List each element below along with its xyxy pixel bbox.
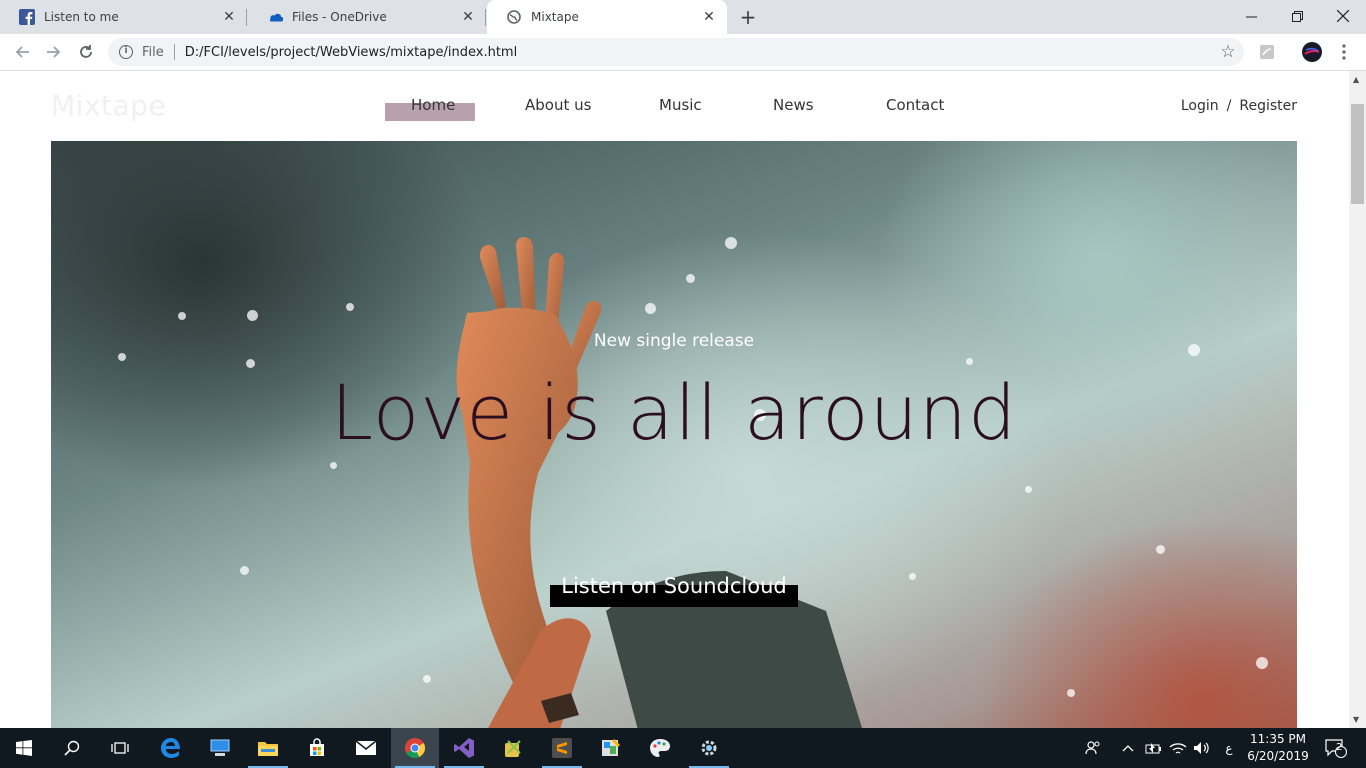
tab-listen-to-me[interactable]: Listen to me ✕ xyxy=(0,0,247,34)
windows-start-icon[interactable] xyxy=(0,728,48,768)
info-icon[interactable]: i xyxy=(119,45,133,59)
site-header: Mixtape Home About us Music News Contact… xyxy=(51,71,1297,141)
login-link[interactable]: Login xyxy=(1181,98,1219,114)
site-logo[interactable]: Mixtape xyxy=(51,89,166,122)
clock-date: 6/20/2019 xyxy=(1247,749,1309,763)
globe-icon xyxy=(506,9,522,25)
tools-icon[interactable] xyxy=(489,728,537,768)
nav-home[interactable]: Home xyxy=(411,96,455,114)
scroll-up-icon[interactable]: ▲ xyxy=(1353,75,1359,84)
new-tab-icon[interactable]: + xyxy=(737,6,759,28)
clock-time: 11:35 PM xyxy=(1250,732,1306,746)
auth-separator: / xyxy=(1226,98,1232,114)
back-icon[interactable] xyxy=(9,39,35,65)
register-link[interactable]: Register xyxy=(1239,98,1297,114)
windows-taskbar: ع 11:35 PM 6/20/2019 2 xyxy=(0,728,1366,768)
wifi-icon[interactable] xyxy=(1167,728,1189,768)
page-viewport: Mixtape Home About us Music News Contact… xyxy=(0,71,1349,728)
edge-icon[interactable] xyxy=(147,728,195,768)
tab-onedrive[interactable]: Files - OneDrive ✕ xyxy=(248,0,486,34)
close-icon[interactable]: ✕ xyxy=(460,9,476,25)
computer-icon[interactable] xyxy=(196,728,244,768)
nav-about-us[interactable]: About us xyxy=(525,96,591,114)
visual-studio-icon[interactable] xyxy=(440,728,488,768)
menu-dots-icon[interactable] xyxy=(1331,39,1357,65)
nav-contact[interactable]: Contact xyxy=(886,96,944,114)
forward-icon[interactable] xyxy=(41,39,67,65)
hero-kicker: New single release xyxy=(593,331,755,351)
onedrive-icon xyxy=(267,9,283,25)
reload-icon[interactable] xyxy=(73,39,99,65)
minimize-icon[interactable] xyxy=(1228,0,1274,32)
store-icon[interactable] xyxy=(293,728,341,768)
people-icon[interactable] xyxy=(1080,728,1106,768)
task-view-icon[interactable] xyxy=(96,728,144,768)
chevron-up-icon[interactable] xyxy=(1118,728,1138,768)
paint-icon[interactable] xyxy=(587,728,635,768)
vertical-scrollbar[interactable]: ▲ ▼ xyxy=(1349,71,1366,728)
volume-icon[interactable] xyxy=(1191,728,1213,768)
sublime-text-icon[interactable] xyxy=(538,728,586,768)
divider xyxy=(173,44,175,60)
nav-news[interactable]: News xyxy=(773,96,814,114)
settings-icon[interactable] xyxy=(685,728,733,768)
close-window-icon[interactable] xyxy=(1320,0,1366,32)
tab-title: Mixtape xyxy=(531,10,579,24)
battery-icon[interactable] xyxy=(1142,728,1164,768)
tab-title: Files - OneDrive xyxy=(292,10,387,24)
auth-links: Login / Register xyxy=(1181,98,1297,114)
notification-center-icon[interactable]: 2 xyxy=(1318,728,1354,768)
hero-banner: New single release Love is all around Li… xyxy=(51,141,1297,728)
scrollbar-thumb[interactable] xyxy=(1351,104,1364,204)
nav-music[interactable]: Music xyxy=(659,96,702,114)
url-text[interactable]: D:/FCI/levels/project/WebViews/mixtape/i… xyxy=(185,45,517,60)
palette-icon[interactable] xyxy=(636,728,684,768)
scheme-label: File xyxy=(142,44,164,60)
close-icon[interactable]: ✕ xyxy=(701,9,717,25)
restore-icon[interactable] xyxy=(1274,0,1320,32)
profile-avatar[interactable] xyxy=(1299,39,1325,65)
tab-title: Listen to me xyxy=(44,10,119,24)
chrome-icon[interactable] xyxy=(391,728,439,768)
listen-on-soundcloud-button[interactable]: Listen on Soundcloud xyxy=(550,574,798,598)
tab-mixtape[interactable]: Mixtape ✕ xyxy=(487,0,727,34)
scroll-down-icon[interactable]: ▼ xyxy=(1353,715,1359,724)
input-language[interactable]: ع xyxy=(1219,728,1239,768)
close-icon[interactable]: ✕ xyxy=(221,9,237,25)
bookmark-star-icon[interactable]: ☆ xyxy=(1218,42,1238,62)
extension-icon[interactable] xyxy=(1254,39,1280,65)
facebook-icon xyxy=(19,9,35,25)
browser-tab-strip: Listen to me ✕ Files - OneDrive ✕ Mixtap… xyxy=(0,0,1366,34)
address-bar[interactable]: i File D:/FCI/levels/project/WebViews/mi… xyxy=(108,38,1244,66)
hero-headline: Love is all around xyxy=(330,368,1018,457)
system-clock[interactable]: 11:35 PM 6/20/2019 xyxy=(1242,731,1314,765)
notification-count: 2 xyxy=(1336,742,1343,753)
mail-icon[interactable] xyxy=(342,728,390,768)
file-explorer-icon[interactable] xyxy=(244,728,292,768)
search-icon[interactable] xyxy=(48,728,96,768)
browser-toolbar: i File D:/FCI/levels/project/WebViews/mi… xyxy=(0,34,1366,71)
